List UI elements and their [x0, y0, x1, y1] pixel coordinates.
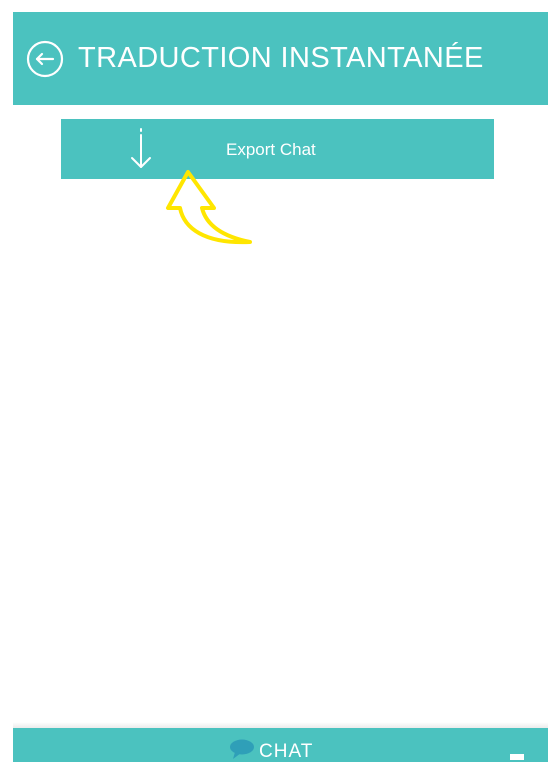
header-bar: TRADUCTION INSTANTANÉE [13, 12, 548, 105]
page-title: TRADUCTION INSTANTANÉE [78, 42, 484, 74]
minimize-icon[interactable] [510, 754, 524, 760]
back-button[interactable] [26, 40, 64, 78]
app-window: TRADUCTION INSTANTANÉE Export Chat CHAT [0, 0, 548, 762]
footer-bar: CHAT [13, 728, 548, 762]
export-chat-label: Export Chat [226, 140, 316, 159]
arrow-left-circle-icon [26, 40, 64, 77]
arrow-down-icon [131, 128, 151, 168]
chat-bubble-icon [230, 739, 254, 759]
chat-label: CHAT [259, 741, 314, 762]
